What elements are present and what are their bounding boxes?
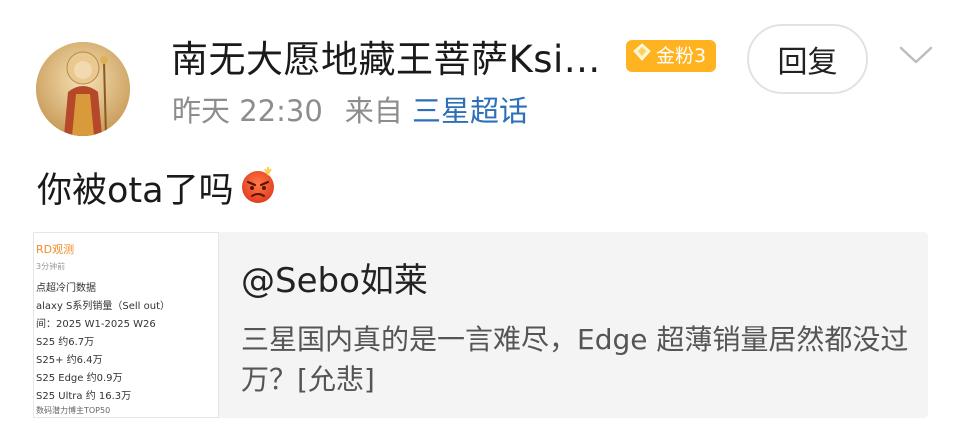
source-prefix: 来自 [344, 94, 403, 128]
thumbnail-line: alaxy S系列销量（Sell out） [36, 301, 171, 312]
reply-button[interactable]: 回复 [747, 24, 868, 94]
thumbnail-author: RD观测 [36, 243, 75, 256]
thumbnail-line: S25 Edge 约0.9万 [36, 373, 123, 384]
quoted-text: 三星国内真的是一言难尽，Edge 超薄销量居然都没过万？[允悲] [241, 323, 909, 396]
thumbnail-line: 点超冷门数据 [36, 283, 96, 294]
thumbnail-line: S25 Ultra 约 16.3万 [36, 391, 132, 402]
thumbnail-line: 间：2025 W1-2025 W26 [36, 319, 156, 330]
post-meta: 昨天 22:30 来自 三星超话 [172, 89, 528, 133]
thumbnail-time: 3分钟前 [36, 262, 66, 271]
fan-badge[interactable]: 金粉3 [626, 40, 717, 72]
post-time: 昨天 22:30 [172, 94, 323, 128]
diamond-icon [632, 40, 652, 72]
angry-face-emoji-icon [238, 165, 278, 217]
thumbnail-line: S25+ 约6.4万 [36, 355, 103, 366]
thumbnail-footer: 数码潜力博主TOP50 [36, 406, 111, 415]
post-text: 你被ota了吗 [37, 165, 278, 217]
thumbnail-line: S25 约6.7万 [36, 337, 95, 348]
quoted-author[interactable]: @Sebo如莱 [241, 258, 428, 304]
avatar[interactable] [36, 42, 130, 136]
source-link[interactable]: 三星超话 [412, 94, 528, 128]
quoted-post-card[interactable]: RD观测 3分钟前 点超冷门数据 alaxy S系列销量（Sell out） 间… [33, 232, 928, 418]
quoted-post-thumbnail[interactable]: RD观测 3分钟前 点超冷门数据 alaxy S系列销量（Sell out） 间… [33, 232, 219, 418]
username[interactable]: 南无大愿地藏王菩萨Ksi... [171, 34, 601, 86]
post-text-content: 你被ota了吗 [37, 171, 234, 211]
fan-badge-label: 金粉3 [656, 45, 707, 67]
avatar-image [36, 42, 130, 136]
chevron-down-icon[interactable] [897, 40, 935, 70]
